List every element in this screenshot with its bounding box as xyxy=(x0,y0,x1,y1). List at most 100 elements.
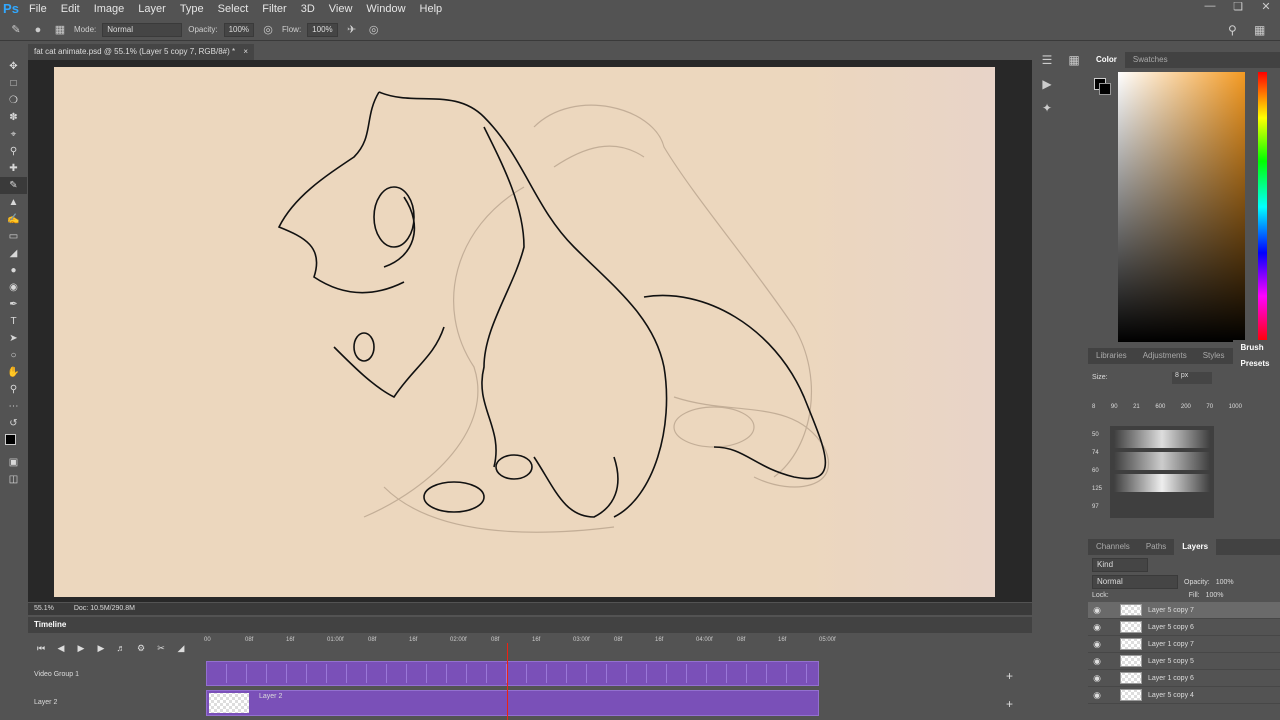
background-color[interactable] xyxy=(1099,83,1111,95)
filter-kind-select[interactable]: Kind xyxy=(1092,558,1148,572)
frame-cell[interactable] xyxy=(389,664,407,683)
crop-tool-icon[interactable]: ⌖ xyxy=(0,126,27,143)
play-icon[interactable]: ▶ xyxy=(74,641,88,655)
preset-2[interactable]: 21 xyxy=(1133,404,1140,410)
frame-cell[interactable] xyxy=(529,664,547,683)
type-tool-icon[interactable]: T xyxy=(0,313,27,330)
frame-cell[interactable] xyxy=(669,664,687,683)
menu-image[interactable]: Image xyxy=(87,0,132,18)
audio-icon[interactable]: ♬ xyxy=(114,641,128,655)
tools-panel-icon[interactable]: ✦ xyxy=(1035,96,1059,120)
first-frame-icon[interactable]: ⏮ xyxy=(34,641,48,655)
split-scissors-icon[interactable]: ✂ xyxy=(154,641,168,655)
preset-6[interactable]: 1000 xyxy=(1229,404,1242,410)
visibility-eye-icon[interactable]: ◉ xyxy=(1088,656,1106,667)
frame-cell[interactable] xyxy=(429,664,447,683)
more-tools-icon[interactable]: ⋯ xyxy=(0,398,27,415)
tab-libraries[interactable]: Libraries xyxy=(1088,348,1135,364)
video-group-frames[interactable] xyxy=(206,661,819,686)
frame-cell[interactable] xyxy=(409,664,427,683)
frame-cell[interactable] xyxy=(209,664,227,683)
tab-swatches[interactable]: Swatches xyxy=(1125,52,1176,68)
frame-cell[interactable] xyxy=(589,664,607,683)
menu-3d[interactable]: 3D xyxy=(294,0,322,18)
menu-edit[interactable]: Edit xyxy=(54,0,87,18)
menu-type[interactable]: Type xyxy=(173,0,211,18)
settings-gear-icon[interactable]: ⚙ xyxy=(134,641,148,655)
ellipse-tool-icon[interactable]: ○ xyxy=(0,347,27,364)
blur-tool-icon[interactable]: ● xyxy=(0,262,27,279)
tab-paths[interactable]: Paths xyxy=(1138,539,1174,555)
visibility-eye-icon[interactable]: ◉ xyxy=(1088,690,1106,701)
frame-cell[interactable] xyxy=(489,664,507,683)
frame-cell[interactable] xyxy=(649,664,667,683)
opacity-value[interactable]: 100% xyxy=(1216,579,1234,586)
hand-tool-icon[interactable]: ✋ xyxy=(0,364,27,381)
track-layer-2[interactable]: Layer 2 xyxy=(34,699,57,706)
flow-field[interactable]: 100% xyxy=(307,22,338,37)
visibility-eye-icon[interactable]: ◉ xyxy=(1088,639,1106,650)
brush-preset-picker-icon[interactable]: ● xyxy=(30,23,46,37)
quick-mask-icon[interactable]: ▣ xyxy=(0,454,27,471)
layer-2-clip[interactable]: Layer 2 xyxy=(206,690,819,716)
bucket-tool-icon[interactable]: ◢ xyxy=(0,245,27,262)
menu-file[interactable]: File xyxy=(22,0,54,18)
frame-cell[interactable] xyxy=(629,664,647,683)
frame-cell[interactable] xyxy=(509,664,527,683)
brush-strokes-list[interactable] xyxy=(1110,426,1214,518)
preset-1[interactable]: 90 xyxy=(1111,404,1118,410)
pressure-opacity-icon[interactable]: ◎ xyxy=(260,23,276,37)
frame-cell[interactable] xyxy=(329,664,347,683)
layer-row[interactable]: ◉ Layer 5 copy 7 xyxy=(1088,602,1280,619)
playhead[interactable] xyxy=(507,643,508,720)
close-icon[interactable]: ✕ xyxy=(1252,0,1280,18)
frame-cell[interactable] xyxy=(469,664,487,683)
doc-size[interactable]: Doc: 10.5M/290.8M xyxy=(74,603,135,615)
frame-cell[interactable] xyxy=(569,664,587,683)
minimize-icon[interactable]: — xyxy=(1196,0,1224,18)
frame-cell[interactable] xyxy=(709,664,727,683)
frame-cell[interactable] xyxy=(689,664,707,683)
mode-select[interactable]: Normal xyxy=(102,22,183,37)
transition-icon[interactable]: ◢ xyxy=(174,641,188,655)
color-field[interactable] xyxy=(1118,72,1245,342)
workspace-icon[interactable]: ▦ xyxy=(1254,23,1265,37)
stamp-tool-icon[interactable]: ▲ xyxy=(0,194,27,211)
add-media-icon[interactable]: + xyxy=(1006,697,1013,711)
visibility-eye-icon[interactable]: ◉ xyxy=(1088,673,1106,684)
layer-row[interactable]: ◉ Layer 5 copy 4 xyxy=(1088,687,1280,704)
track-video-group-1[interactable]: Video Group 1 xyxy=(34,671,79,678)
tab-channels[interactable]: Channels xyxy=(1088,539,1138,555)
frame-cell[interactable] xyxy=(249,664,267,683)
move-tool-icon[interactable]: ✥ xyxy=(0,58,27,75)
opacity-field[interactable]: 100% xyxy=(223,22,255,37)
tab-brush-presets[interactable]: Brush Presets xyxy=(1232,340,1280,372)
restore-icon[interactable]: ❏ xyxy=(1224,0,1252,18)
history-panel-icon[interactable]: ☰ xyxy=(1035,48,1059,72)
airbrush-icon[interactable]: ✈ xyxy=(344,23,360,37)
size-field[interactable]: 8 px xyxy=(1172,372,1212,384)
blend-mode-select[interactable]: Normal xyxy=(1092,575,1178,589)
frame-cell[interactable] xyxy=(369,664,387,683)
brush-panel-toggle-icon[interactable]: ▦ xyxy=(52,23,68,37)
menu-view[interactable]: View xyxy=(322,0,360,18)
dodge-tool-icon[interactable]: ◉ xyxy=(0,279,27,296)
eraser-tool-icon[interactable]: ▭ xyxy=(0,228,27,245)
frame-cell[interactable] xyxy=(289,664,307,683)
frame-cell[interactable] xyxy=(349,664,367,683)
close-tab-icon[interactable]: × xyxy=(243,47,248,56)
frame-cell[interactable] xyxy=(749,664,767,683)
preset-4[interactable]: 200 xyxy=(1181,404,1191,410)
visibility-eye-icon[interactable]: ◉ xyxy=(1088,622,1106,633)
screen-mode-icon[interactable]: ◫ xyxy=(0,471,27,488)
history-brush-tool-icon[interactable]: ✍ xyxy=(0,211,27,228)
frame-cell[interactable] xyxy=(229,664,247,683)
menu-filter[interactable]: Filter xyxy=(255,0,293,18)
properties-panel-icon[interactable]: ▦ xyxy=(1062,48,1086,72)
canvas[interactable] xyxy=(54,67,995,597)
layer-row[interactable]: ◉ Layer 1 copy 6 xyxy=(1088,670,1280,687)
pen-tool-icon[interactable]: ✒ xyxy=(0,296,27,313)
zoom-tool-icon[interactable]: ⚲ xyxy=(0,381,27,398)
layer-row[interactable]: ◉ Layer 5 copy 5 xyxy=(1088,653,1280,670)
frame-cell[interactable] xyxy=(269,664,287,683)
